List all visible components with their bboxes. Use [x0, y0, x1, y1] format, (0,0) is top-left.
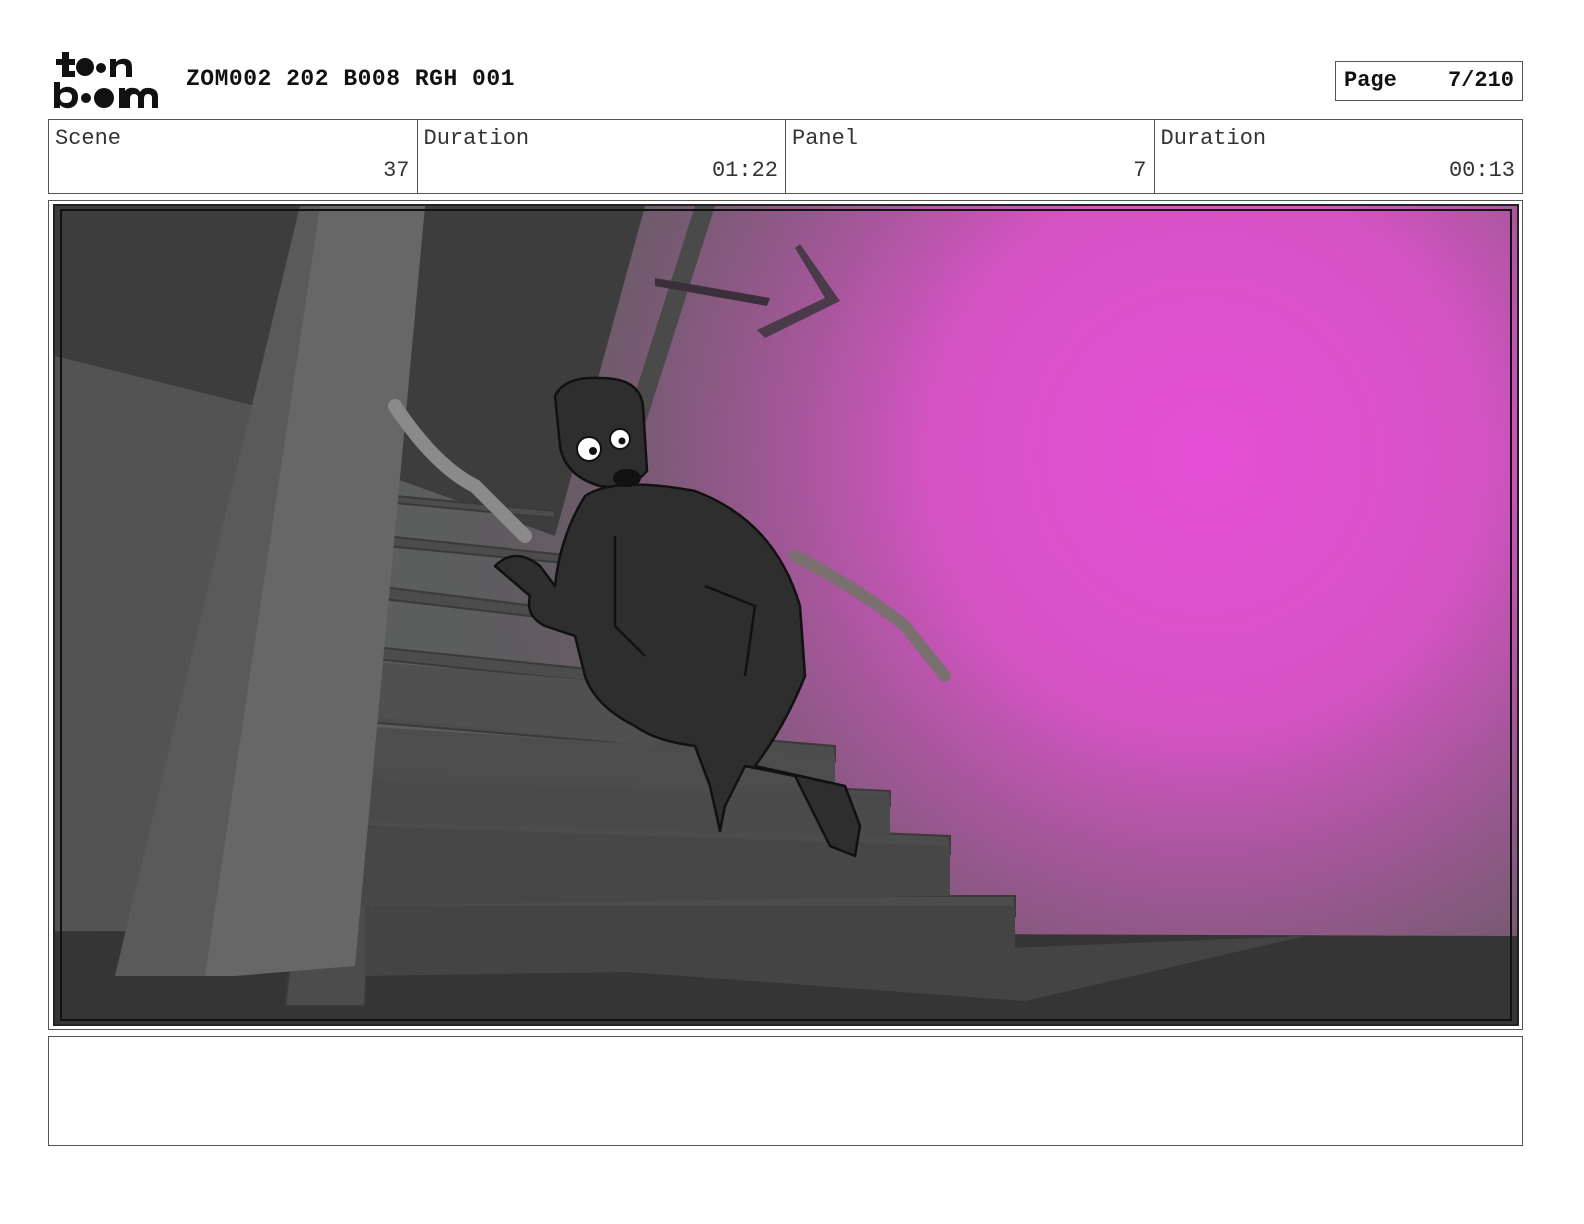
- project-title: ZOM002 202 B008 RGH 001: [186, 66, 515, 92]
- panel-cell: Panel 7: [786, 120, 1155, 193]
- scene-duration-label: Duration: [423, 126, 530, 151]
- storyboard-panel-image: [53, 204, 1519, 1026]
- scene-duration-cell: Duration 01:22: [418, 120, 786, 193]
- panel-notes-box: [48, 1036, 1523, 1146]
- page-indicator: Page 7/210: [1335, 61, 1523, 101]
- panel-duration-label: Duration: [1160, 126, 1267, 151]
- panel-label: Panel: [792, 126, 859, 151]
- page-number: 7/210: [1447, 68, 1514, 93]
- panel-value: 7: [1133, 158, 1147, 183]
- panel-duration-value: 00:13: [1448, 158, 1515, 183]
- panel-info-table: Scene 37 Duration 01:22 Panel 7 Duration…: [48, 119, 1523, 194]
- scene-duration-value: 01:22: [711, 158, 778, 183]
- scene-cell: Scene 37: [49, 120, 418, 193]
- panel-drawing: [55, 206, 1517, 1024]
- scene-label: Scene: [55, 126, 122, 151]
- toon-boom-logo: [54, 52, 158, 109]
- panel-duration-cell: Duration 00:13: [1155, 120, 1523, 193]
- scene-value: 37: [383, 158, 410, 183]
- page-label: Page: [1344, 68, 1397, 93]
